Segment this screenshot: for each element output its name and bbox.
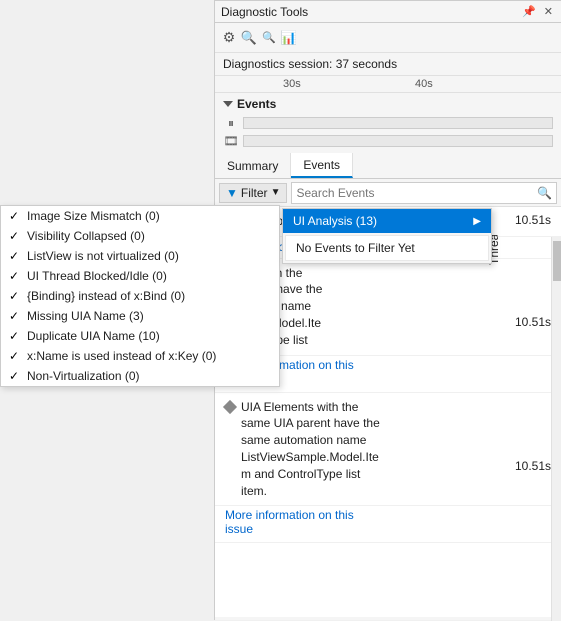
zoom-in-icon[interactable]: 🔍	[241, 30, 257, 46]
checklist-label-7: x:Name is used instead of x:Key (0)	[27, 349, 216, 363]
events-section: Events ⏸ 🎞	[215, 93, 561, 153]
more-info-link-2b[interactable]: issue	[225, 522, 253, 536]
checklist-item-0[interactable]: ✓ Image Size Mismatch (0)	[1, 206, 279, 226]
search-input[interactable]	[296, 186, 537, 200]
filter-button[interactable]: ▼ Filter ▼	[219, 183, 287, 203]
ruler-30s: 30s	[283, 78, 301, 90]
event-bar-1	[243, 117, 553, 129]
settings-icon[interactable]: ⚙	[221, 30, 237, 46]
zoom-out-icon[interactable]: 🔍	[261, 30, 277, 46]
events-rows: ⏸ 🎞	[223, 115, 553, 149]
content-timestamp-1: 10.51s	[515, 213, 551, 227]
checklist-item-3[interactable]: ✓ UI Thread Blocked/Idle (0)	[1, 266, 279, 286]
content-timestamp-3: 10.51s	[515, 315, 551, 329]
check-icon-5: ✓	[9, 309, 21, 323]
content-item-row-5: UIA Elements with the same UIA parent ha…	[225, 399, 551, 500]
close-icon[interactable]: ✕	[542, 5, 555, 18]
filter-icon: ▼	[226, 186, 238, 200]
checklist-item-5[interactable]: ✓ Missing UIA Name (3)	[1, 306, 279, 326]
ruler-40s: 40s	[415, 78, 433, 90]
check-icon-0: ✓	[9, 209, 21, 223]
check-icon-6: ✓	[9, 329, 21, 343]
diamond-icon	[223, 400, 237, 414]
event-bar-2	[243, 135, 553, 147]
filter-label: Filter	[241, 186, 268, 200]
checklist-item-7[interactable]: ✓ x:Name is used instead of x:Key (0)	[1, 346, 279, 366]
filter-dropdown-arrow: ▼	[271, 187, 281, 198]
scrollbar-thumb[interactable]	[553, 241, 561, 281]
pause-icon: ⏸	[223, 115, 239, 131]
titlebar-controls: 📌 ✕	[520, 5, 555, 18]
dropdown-submenu-arrow: ▶	[473, 216, 481, 227]
events-label: Events	[237, 97, 276, 111]
checklist-label-4: {Binding} instead of x:Bind (0)	[27, 289, 185, 303]
content-item-6: More information on this issue	[215, 506, 561, 543]
checklist-label-0: Image Size Mismatch (0)	[27, 209, 160, 223]
panel-titlebar: Diagnostic Tools 📌 ✕	[215, 1, 561, 23]
checklist-label-1: Visibility Collapsed (0)	[27, 229, 145, 243]
events-header: Events	[223, 97, 553, 111]
search-box: 🔍	[291, 182, 557, 204]
checklist-item-8[interactable]: ✓ Non-Virtualization (0)	[1, 366, 279, 386]
camera-icon: 🎞	[223, 133, 239, 149]
checklist-label-2: ListView is not virtualized (0)	[27, 249, 179, 263]
check-icon-1: ✓	[9, 229, 21, 243]
no-events-label: No Events to Filter Yet	[296, 241, 415, 255]
toolbar: ⚙ 🔍 🔍 📊	[215, 23, 561, 53]
checklist-item-6[interactable]: ✓ Duplicate UIA Name (10)	[1, 326, 279, 346]
session-label: Diagnostics session: 37 seconds	[223, 57, 397, 71]
event-row-camera: 🎞	[223, 133, 553, 149]
content-text-5a: UIA Elements with the	[241, 399, 509, 416]
pin-icon[interactable]: 📌	[520, 5, 538, 18]
more-info-link-2[interactable]: More information on this	[225, 508, 354, 522]
collapse-icon[interactable]	[223, 101, 233, 107]
timeline-ruler: 30s 40s	[215, 76, 561, 93]
scrollbar-track[interactable]	[551, 237, 561, 621]
check-icon-8: ✓	[9, 369, 21, 383]
no-events-item: No Events to Filter Yet	[285, 235, 489, 261]
content-timestamp-5: 10.51s	[515, 459, 551, 473]
tab-bar: Summary Events	[215, 153, 561, 179]
panel-title: Diagnostic Tools	[221, 5, 308, 19]
content-text-5d: ListViewSample.Model.Ite	[241, 449, 509, 466]
event-row-pause: ⏸	[223, 115, 553, 131]
checklist-label-6: Duplicate UIA Name (10)	[27, 329, 160, 343]
checklist-label-8: Non-Virtualization (0)	[27, 369, 140, 383]
content-text-5c: same automation name	[241, 432, 509, 449]
dropdown-item-ui-analysis-label: UI Analysis (13)	[293, 214, 377, 228]
content-text-5b: same UIA parent have the	[241, 415, 509, 432]
checklist-label-3: UI Thread Blocked/Idle (0)	[27, 269, 167, 283]
check-icon-7: ✓	[9, 349, 21, 363]
check-icon-3: ✓	[9, 269, 21, 283]
tab-events[interactable]: Events	[291, 153, 353, 178]
chart-icon[interactable]: 📊	[281, 30, 297, 46]
search-icon[interactable]: 🔍	[537, 186, 552, 200]
content-item-5: UIA Elements with the same UIA parent ha…	[215, 393, 561, 507]
checklist-label-5: Missing UIA Name (3)	[27, 309, 144, 323]
checklist-item-4[interactable]: ✓ {Binding} instead of x:Bind (0)	[1, 286, 279, 306]
content-text-5f: item.	[241, 483, 509, 500]
content-text-5e: m and ControlType list	[241, 466, 509, 483]
tab-summary[interactable]: Summary	[215, 153, 291, 178]
checklist-panel: ✓ Image Size Mismatch (0) ✓ Visibility C…	[0, 205, 280, 387]
checklist-item-2[interactable]: ✓ ListView is not virtualized (0)	[1, 246, 279, 266]
check-icon-2: ✓	[9, 249, 21, 263]
dropdown-item-ui-analysis[interactable]: UI Analysis (13) ▶	[283, 209, 491, 233]
filter-bar: ▼ Filter ▼ 🔍	[215, 179, 561, 207]
check-icon-4: ✓	[9, 289, 21, 303]
dropdown-menu: UI Analysis (13) ▶ No Events to Filter Y…	[282, 208, 492, 264]
checklist-item-1[interactable]: ✓ Visibility Collapsed (0)	[1, 226, 279, 246]
session-bar: Diagnostics session: 37 seconds	[215, 53, 561, 76]
